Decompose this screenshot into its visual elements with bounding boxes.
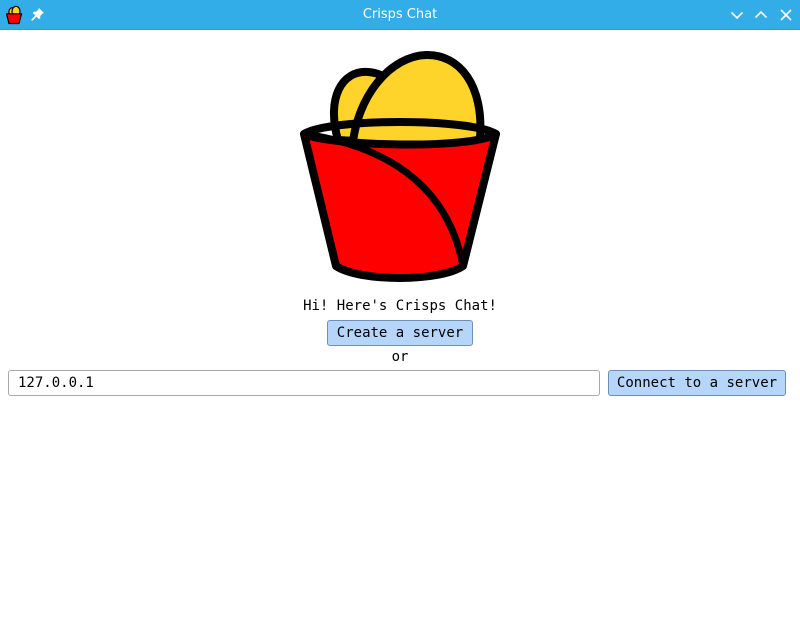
or-separator: or: [391, 349, 409, 365]
server-address-input[interactable]: [8, 370, 600, 396]
title-bar: Crisps Chat: [0, 0, 800, 30]
window-title: Crisps Chat: [362, 7, 438, 22]
connect-server-button[interactable]: Connect to a server: [608, 370, 786, 396]
greeting-text: Hi! Here's Crisps Chat!: [303, 298, 497, 314]
minimize-icon[interactable]: [728, 6, 746, 24]
crisps-bucket-logo: [300, 50, 500, 282]
close-icon[interactable]: [777, 6, 795, 24]
create-server-button[interactable]: Create a server: [327, 320, 473, 346]
maximize-icon[interactable]: [752, 6, 770, 24]
